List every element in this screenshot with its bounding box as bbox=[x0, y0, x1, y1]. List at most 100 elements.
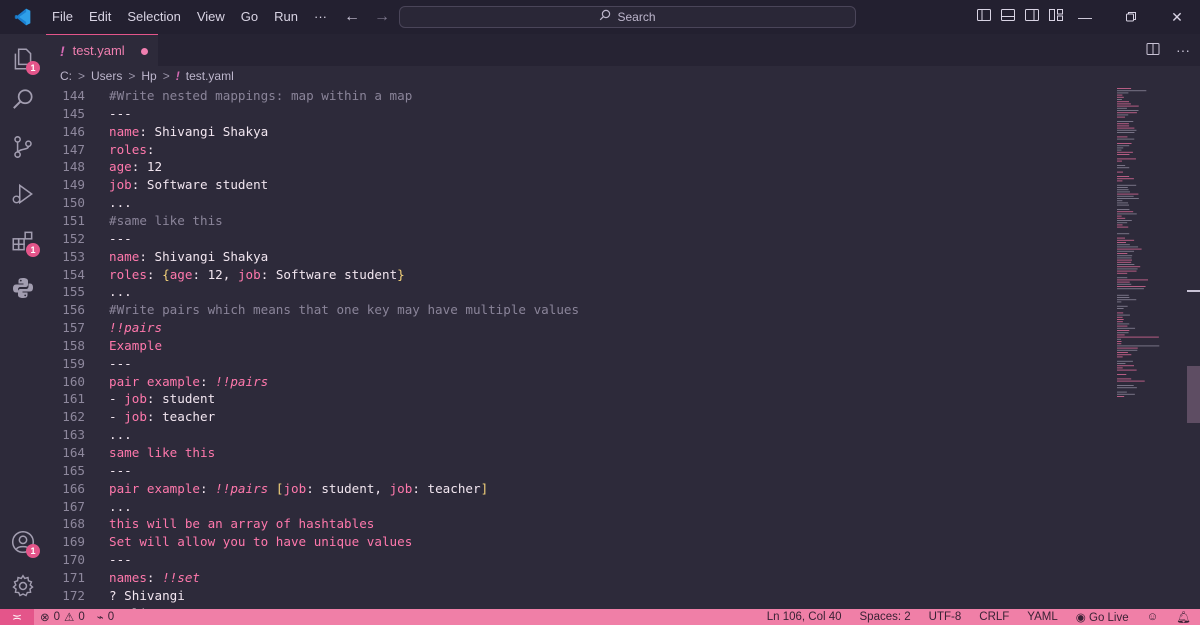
code-line[interactable]: 162 - job: teacher bbox=[46, 408, 1106, 426]
manage-gear-icon[interactable] bbox=[0, 563, 46, 609]
breadcrumb-drive[interactable]: C: bbox=[60, 69, 72, 83]
menu-file[interactable]: File bbox=[44, 0, 81, 34]
code-line[interactable]: 153 name: Shivangi Shakya bbox=[46, 248, 1106, 266]
menu-edit[interactable]: Edit bbox=[81, 0, 119, 34]
line-content: #Write nested mappings: map within a map bbox=[109, 88, 413, 103]
code-line[interactable]: 152 --- bbox=[46, 230, 1106, 248]
line-number: 159 bbox=[62, 355, 85, 371]
line-number: 147 bbox=[62, 141, 85, 157]
explorer-icon[interactable]: 1 bbox=[0, 36, 46, 82]
code-line[interactable]: 167... bbox=[46, 498, 1106, 516]
status-right: Ln 106, Col 40 Spaces: 2 UTF-8 CRLF YAML… bbox=[758, 609, 1200, 625]
line-number: 167 bbox=[62, 498, 85, 514]
command-center-search[interactable]: Search bbox=[399, 6, 856, 28]
code-line[interactable]: 148 age: 12 bbox=[46, 158, 1106, 176]
code-line[interactable]: 165 --- bbox=[46, 462, 1106, 480]
code-line[interactable]: 149 job: Software student bbox=[46, 176, 1106, 194]
toggle-panel-icon[interactable] bbox=[1000, 7, 1016, 28]
code-line[interactable]: 144 #Write nested mappings: map within a … bbox=[46, 87, 1106, 105]
python-icon[interactable] bbox=[0, 265, 46, 311]
code-line[interactable]: 157 !!pairs bbox=[46, 319, 1106, 337]
vscode-logo-icon bbox=[0, 0, 44, 34]
code-line[interactable]: 147 roles: bbox=[46, 141, 1106, 159]
more-actions-icon[interactable]: ··· bbox=[1176, 42, 1190, 58]
problems-indicator[interactable]: ⊗ 0 ⚠ 0 ⌁ 0 bbox=[40, 610, 114, 624]
notifications-bell-icon[interactable]: 🔔︎ bbox=[1167, 610, 1200, 624]
forward-arrow-icon[interactable]: → bbox=[374, 8, 390, 26]
run-debug-icon[interactable] bbox=[0, 171, 46, 217]
accounts-badge: 1 bbox=[26, 544, 40, 558]
restore-icon[interactable] bbox=[1108, 0, 1154, 34]
close-icon[interactable]: ✕ bbox=[1154, 0, 1200, 34]
toggle-secondary-sidebar-icon[interactable] bbox=[1024, 7, 1040, 28]
code-line[interactable]: 166 pair example: !!pairs [job: student, … bbox=[46, 480, 1106, 498]
line-number: 145 bbox=[62, 105, 85, 121]
code-line[interactable]: 170 --- bbox=[46, 551, 1106, 569]
remote-indicator-icon[interactable]: ≍ bbox=[0, 609, 34, 625]
code-line[interactable]: 171 names: !!set bbox=[46, 569, 1106, 587]
code-line[interactable]: 169 Set will allow you to have unique val… bbox=[46, 533, 1106, 551]
source-control-icon[interactable] bbox=[0, 124, 46, 170]
chevron-right-icon: > bbox=[128, 69, 136, 83]
line-number: 163 bbox=[62, 427, 85, 443]
code-line[interactable]: 145 --- bbox=[46, 105, 1106, 123]
go-live-button[interactable]: ◉ Go Live bbox=[1067, 610, 1138, 624]
code-line[interactable]: 146 name: Shivangi Shakya bbox=[46, 123, 1106, 141]
line-content: --- bbox=[109, 105, 132, 121]
menu-selection[interactable]: Selection bbox=[119, 0, 188, 34]
end-of-line[interactable]: CRLF bbox=[970, 611, 1018, 623]
split-editor-icon[interactable] bbox=[1146, 42, 1160, 59]
breadcrumb-file[interactable]: test.yaml bbox=[186, 69, 234, 83]
line-content: --- bbox=[109, 552, 132, 568]
menu-more[interactable]: ··· bbox=[306, 0, 335, 34]
tab-test-yaml[interactable]: ! test.yaml bbox=[46, 34, 158, 66]
code-line[interactable]: 161 - job: student bbox=[46, 390, 1106, 408]
vertical-scrollbar-thumb[interactable] bbox=[1187, 366, 1200, 423]
editor-actions: ··· bbox=[1146, 34, 1190, 66]
encoding[interactable]: UTF-8 bbox=[920, 611, 971, 623]
line-content: ? Shivangi bbox=[109, 587, 185, 603]
toggle-primary-sidebar-icon[interactable] bbox=[976, 7, 992, 28]
minimap[interactable] bbox=[1114, 86, 1178, 609]
code-line[interactable]: 150... bbox=[46, 194, 1106, 212]
code-line[interactable]: 151 #same like this bbox=[46, 212, 1106, 230]
language-mode[interactable]: YAML bbox=[1018, 611, 1066, 623]
line-content: Set will allow you to have unique values bbox=[109, 534, 413, 550]
code-line[interactable]: 155... bbox=[46, 283, 1106, 301]
code-line[interactable]: 158 Example bbox=[46, 337, 1106, 355]
back-arrow-icon[interactable]: ← bbox=[344, 8, 360, 26]
code-line[interactable]: 168 this will be an array of hashtables bbox=[46, 515, 1106, 533]
menu-run[interactable]: Run bbox=[266, 0, 306, 34]
status-bar: ≍ ⊗ 0 ⚠ 0 ⌁ 0 Ln 106, Col 40 Spaces: 2 U… bbox=[0, 609, 1200, 625]
extensions-icon[interactable]: 1 bbox=[0, 218, 46, 264]
code-line[interactable]: 163... bbox=[46, 426, 1106, 444]
line-number: 169 bbox=[62, 534, 85, 550]
search-view-icon[interactable] bbox=[0, 77, 46, 123]
minimize-icon[interactable]: — bbox=[1062, 0, 1108, 34]
menu-go[interactable]: Go bbox=[233, 0, 266, 34]
title-bar: File Edit Selection View Go Run ··· ← → … bbox=[0, 0, 1200, 34]
line-number: 157 bbox=[62, 320, 85, 336]
code-line[interactable]: 156 #Write pairs which means that one key… bbox=[46, 301, 1106, 319]
copilot-icon[interactable]: ☺ bbox=[1138, 611, 1168, 623]
chevron-right-icon: > bbox=[78, 69, 86, 83]
code-line[interactable]: 160 pair example: !!pairs bbox=[46, 373, 1106, 391]
line-content: - job: student bbox=[109, 391, 216, 407]
menu-bar: File Edit Selection View Go Run ··· bbox=[44, 0, 335, 34]
line-content: roles: {age: 12, job: Software student} bbox=[109, 266, 405, 282]
menu-view[interactable]: View bbox=[189, 0, 233, 34]
unsaved-dot-icon[interactable] bbox=[141, 48, 148, 55]
line-number: 153 bbox=[62, 248, 85, 264]
breadcrumb-users[interactable]: Users bbox=[91, 69, 122, 83]
cursor-position[interactable]: Ln 106, Col 40 bbox=[758, 611, 851, 623]
code-line[interactable]: 154 roles: {age: 12, job: Software studen… bbox=[46, 266, 1106, 284]
code-line[interactable]: 172 ? Shivangi bbox=[46, 587, 1106, 605]
error-icon: ⊗ bbox=[40, 612, 50, 624]
accounts-icon[interactable]: 1 bbox=[0, 519, 46, 565]
indentation[interactable]: Spaces: 2 bbox=[851, 611, 920, 623]
line-number: 164 bbox=[62, 445, 85, 460]
code-editor[interactable]: 144 #Write nested mappings: map within a … bbox=[46, 86, 1200, 609]
breadcrumb-hp[interactable]: Hp bbox=[141, 69, 156, 83]
code-line[interactable]: 164 same like this bbox=[46, 444, 1106, 462]
code-line[interactable]: 159 --- bbox=[46, 355, 1106, 373]
